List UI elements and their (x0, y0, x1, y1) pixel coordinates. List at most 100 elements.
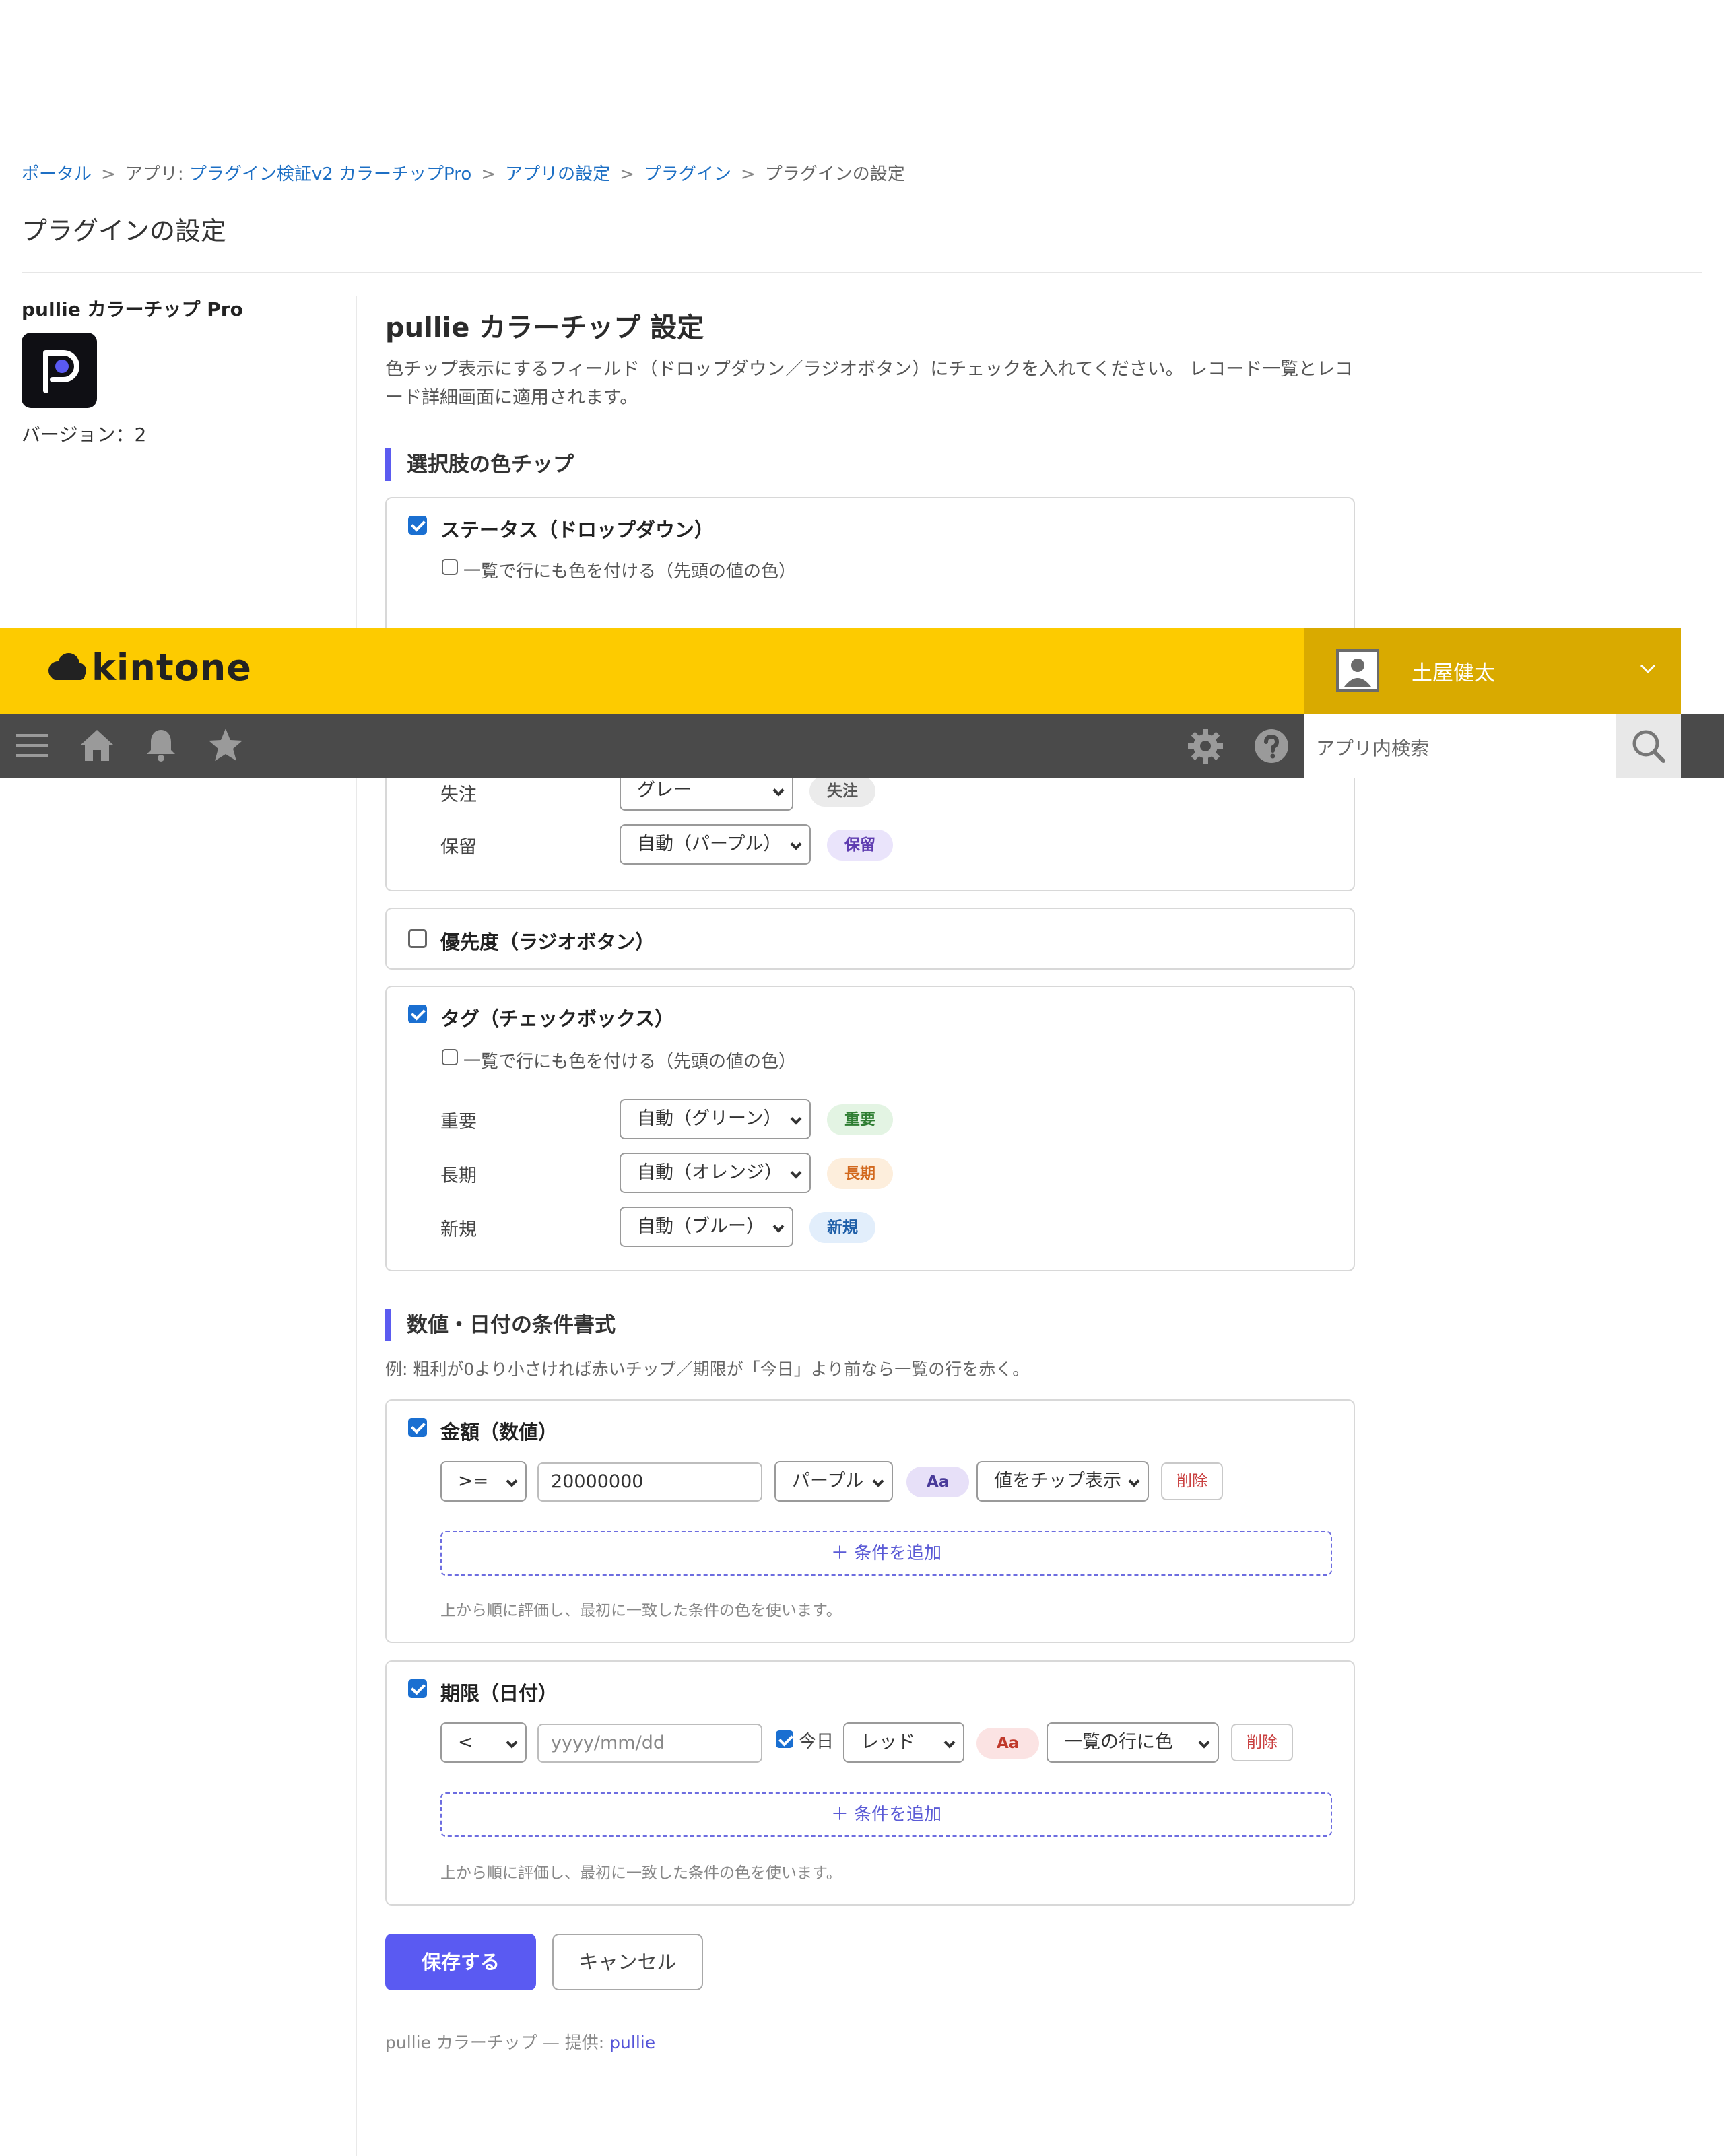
color-chip: 失注 (809, 776, 875, 807)
chevron-down-icon (772, 784, 785, 797)
breadcrumb-current: プラグインの設定 (764, 164, 905, 184)
section-heading-choices: 選択肢の色チップ (385, 448, 574, 481)
breadcrumb-portal-link[interactable]: ポータル (22, 164, 92, 184)
search-placeholder: アプリ内検索 (1316, 737, 1430, 760)
field-label-amount: 金額（数値） (440, 1421, 558, 1444)
field-card-tags: タグ（チェックボックス） 一覧で行にも色を付ける（先頭の値の色） 重要 自動（グ… (385, 986, 1355, 1271)
priority-enable-checkbox[interactable] (408, 929, 427, 948)
chevron-down-icon (1128, 1475, 1140, 1487)
condition-card-amount: 金額（数値） >= 20000000 パープル Aa 値をチップ表示 削除 ＋ … (385, 1399, 1355, 1643)
breadcrumb-separator: > (740, 164, 756, 184)
divider (22, 272, 1702, 273)
field-label-deadline: 期限（日付） (440, 1682, 558, 1705)
option-label: 保留 (440, 837, 477, 858)
chevron-down-icon (772, 1221, 785, 1233)
breadcrumb-plugins-link[interactable]: プラグイン (644, 164, 731, 184)
menu-icon[interactable] (16, 731, 48, 764)
breadcrumb-separator: > (620, 164, 634, 184)
avatar[interactable] (1336, 649, 1379, 692)
color-preview-chip: Aa (976, 1728, 1040, 1759)
today-label: 今日 (799, 1732, 834, 1752)
option-color-select[interactable]: 自動（ブルー） (620, 1207, 793, 1247)
plugin-logo-icon (22, 333, 97, 408)
color-chip: 長期 (827, 1158, 893, 1189)
settings-description: 色チップ表示にするフィールド（ドロップダウン／ラジオボタン）にチェックを入れてく… (385, 359, 1354, 408)
breadcrumb-separator: > (481, 164, 496, 184)
footer-link[interactable]: pullie (609, 2033, 655, 2052)
option-label: 失注 (440, 784, 477, 805)
status-row-color-label: 一覧で行にも色を付ける（先頭の値の色） (463, 562, 797, 582)
color-chip: 新規 (809, 1212, 875, 1243)
tags-enable-checkbox[interactable] (408, 1005, 427, 1023)
chevron-down-icon[interactable] (1639, 660, 1657, 680)
conditions-note: 例: 粗利が0より小さければ赤いチップ／期限が「今日」より前なら一覧の行を赤く。 (385, 1359, 1030, 1379)
color-preview-chip: Aa (906, 1467, 970, 1497)
amount-enable-checkbox[interactable] (408, 1418, 427, 1437)
field-label-tags: タグ（チェックボックス） (440, 1007, 675, 1030)
chevron-down-icon (872, 1475, 884, 1487)
plugin-version: バージョン：2 (22, 424, 147, 446)
add-condition-button[interactable]: ＋ 条件を追加 (440, 1792, 1332, 1837)
chevron-down-icon (790, 1167, 802, 1179)
option-color-select[interactable]: 自動（パープル） (620, 824, 811, 865)
breadcrumb-app-prefix: アプリ: (125, 164, 184, 184)
evaluation-hint: 上から順に評価し、最初に一致した条件の色を使います。 (440, 1864, 842, 1882)
column-divider (356, 296, 357, 2156)
threshold-input[interactable]: 20000000 (537, 1462, 762, 1502)
breadcrumb-app-link[interactable]: プラグイン検証v2 カラーチップPro (189, 164, 471, 184)
color-chip: 重要 (827, 1104, 893, 1135)
user-name[interactable]: 土屋健太 (1412, 656, 1495, 686)
operator-select[interactable]: >= (440, 1461, 527, 1502)
home-icon[interactable] (79, 729, 114, 765)
add-condition-button[interactable]: ＋ 条件を追加 (440, 1531, 1332, 1576)
chevron-down-icon (506, 1475, 518, 1487)
chevron-down-icon (790, 838, 802, 850)
footer-text: pullie カラーチップ — 提供: (385, 2033, 605, 2052)
display-mode-select[interactable]: 値をチップ表示 (976, 1461, 1149, 1502)
option-color-select[interactable]: 自動（オレンジ） (620, 1153, 811, 1193)
kintone-logo-icon (46, 652, 90, 689)
breadcrumb: ポータル > アプリ: プラグイン検証v2 カラーチップPro > アプリの設定 > プラグ… (22, 160, 905, 185)
color-select[interactable]: パープル (774, 1461, 893, 1502)
chevron-down-icon (790, 1113, 802, 1125)
option-label: 新規 (440, 1219, 477, 1240)
page-title: プラグインの設定 (22, 216, 227, 246)
operator-select[interactable]: < (440, 1722, 527, 1763)
condition-card-deadline: 期限（日付） < yyyy/mm/dd 今日 レッド Aa 一覧の行に色 削除 … (385, 1660, 1355, 1906)
chevron-down-icon (1198, 1737, 1210, 1749)
tags-row-color-checkbox[interactable] (442, 1049, 458, 1065)
field-label-status: ステータス（ドロップダウン） (440, 518, 715, 541)
status-row-color-checkbox[interactable] (442, 559, 458, 575)
help-icon[interactable] (1254, 729, 1289, 766)
section-heading-conditions: 数値・日付の条件書式 (385, 1309, 616, 1341)
breadcrumb-app-settings-link[interactable]: アプリの設定 (505, 164, 610, 184)
chevron-down-icon (943, 1737, 956, 1749)
delete-condition-button[interactable]: 削除 (1161, 1462, 1223, 1500)
today-checkbox[interactable] (776, 1730, 793, 1748)
kintone-logo[interactable]: kintone (92, 646, 252, 689)
cancel-button[interactable]: キャンセル (552, 1934, 703, 1990)
option-label: 重要 (440, 1112, 477, 1133)
search-button[interactable] (1616, 714, 1681, 778)
save-button[interactable]: 保存する (385, 1934, 536, 1990)
tags-row-color-label: 一覧で行にも色を付ける（先頭の値の色） (463, 1052, 797, 1072)
delete-condition-button[interactable]: 削除 (1231, 1724, 1293, 1761)
date-input[interactable]: yyyy/mm/dd (537, 1724, 762, 1763)
color-select[interactable]: レッド (843, 1722, 964, 1763)
footer: pullie カラーチップ — 提供: pullie (385, 2029, 655, 2054)
deadline-enable-checkbox[interactable] (408, 1679, 427, 1698)
color-chip: 保留 (827, 830, 893, 861)
option-color-select[interactable]: 自動（グリーン） (620, 1099, 811, 1139)
header-gutter (1681, 628, 1724, 714)
display-mode-select[interactable]: 一覧の行に色 (1047, 1722, 1219, 1763)
notification-bell-icon[interactable] (144, 727, 178, 765)
field-label-priority: 優先度（ラジオボタン） (440, 931, 655, 953)
option-label: 長期 (440, 1166, 477, 1186)
settings-title: pullie カラーチップ 設定 (385, 312, 704, 343)
status-enable-checkbox[interactable] (408, 516, 427, 535)
favorites-star-icon[interactable] (207, 727, 244, 765)
plugin-name: pullie カラーチップ Pro (22, 298, 243, 321)
evaluation-hint: 上から順に評価し、最初に一致した条件の色を使います。 (440, 1602, 842, 1619)
breadcrumb-separator: > (101, 164, 116, 184)
gear-icon[interactable] (1188, 729, 1223, 766)
